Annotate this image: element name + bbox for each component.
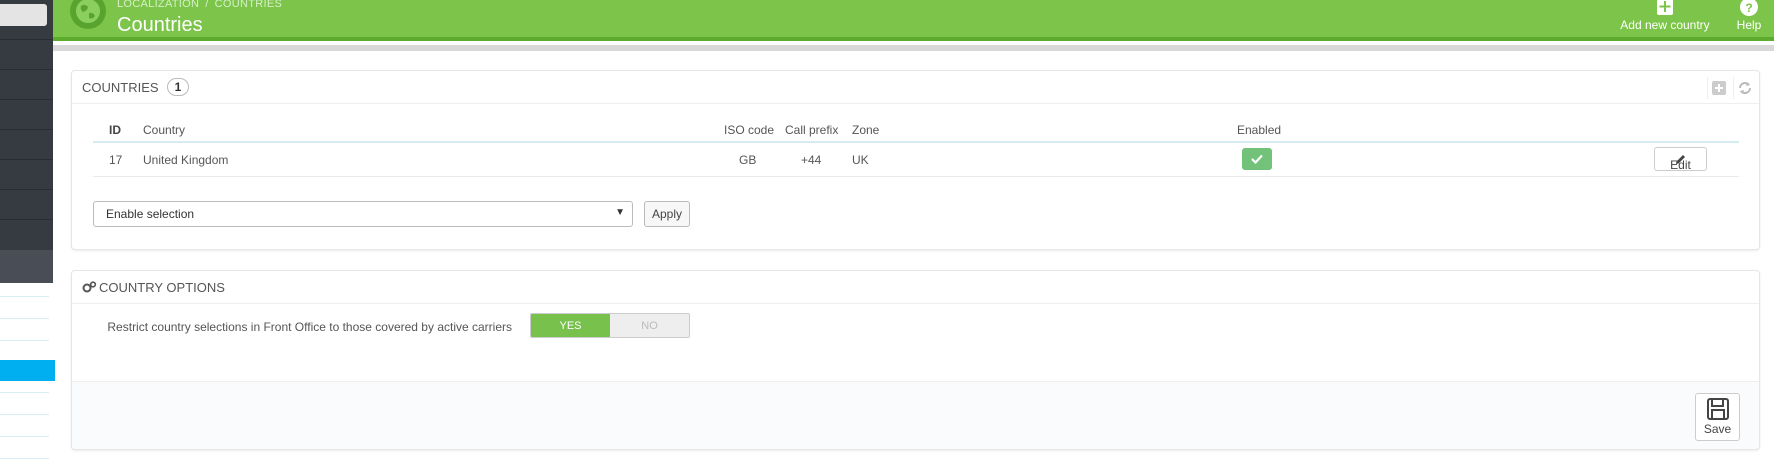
table-header: ID Country ISO code Call prefix Zone Ena… [93,116,1739,143]
sidebar-search-input[interactable] [0,4,47,26]
submenu-divider [0,414,49,415]
column-call-prefix[interactable]: Call prefix [785,123,838,137]
panel-title: COUNTRIES [82,79,159,95]
column-id[interactable]: ID [109,123,121,137]
bulk-action-value: Enable selection [106,207,195,221]
refresh-icon[interactable] [1733,77,1755,99]
sidebar-divider [0,39,53,40]
globe-icon [70,0,106,29]
sidebar-menu [0,0,53,250]
header-shadow [53,45,1774,51]
help-button[interactable]: ? Help [1729,0,1769,38]
help-icon: ? [1740,0,1758,16]
cogs-icon [82,281,97,293]
breadcrumb-item[interactable]: LOCALIZATION [117,0,199,10]
edit-label: Edit [1670,158,1691,172]
submenu-divider [0,296,49,297]
check-icon [1251,154,1263,164]
panel-footer: Save [72,381,1759,449]
countries-panel: COUNTRIES 1 ID Country ISO code Call pre… [71,70,1760,250]
submenu-divider [0,436,49,437]
cell-id: 17 [109,153,123,167]
submenu-divider [0,392,49,393]
cell-country: United Kingdom [143,153,229,167]
add-icon[interactable] [1707,77,1729,99]
save-label: Save [1703,422,1732,436]
panel-title: COUNTRY OPTIONS [99,279,225,295]
column-zone[interactable]: Zone [852,123,879,137]
sidebar-divider [0,69,53,70]
submenu-divider [0,318,49,319]
floppy-disk-icon [1706,398,1729,420]
column-iso-code[interactable]: ISO code [724,123,774,137]
switch-yes[interactable]: YES [531,314,610,337]
sidebar [0,0,55,465]
submenu-divider [0,340,49,341]
plus-icon [1657,0,1673,15]
save-button[interactable]: Save [1695,393,1740,441]
page-title: Countries [117,14,203,36]
panel-heading: COUNTRIES 1 [72,71,1759,104]
breadcrumb-item[interactable]: COUNTRIES [215,0,282,10]
count-badge: 1 [166,78,190,96]
caret-down-icon: ▼ [615,207,625,218]
restrict-country-switch[interactable]: YES NO [530,313,690,338]
table-row[interactable]: 17 United Kingdom GB +44 UK Edit [93,143,1739,177]
apply-button[interactable]: Apply [644,201,690,227]
sidebar-divider [0,99,53,100]
add-new-country-label: Add new country [1620,18,1710,32]
panel-actions [1707,77,1755,99]
country-options-panel: COUNTRY OPTIONS Restrict country selecti… [71,270,1760,450]
bulk-action-select[interactable]: Enable selection ▼ [93,201,633,227]
submenu-item-selected[interactable] [0,360,55,381]
add-new-country-button[interactable]: Add new country [1615,0,1715,38]
edit-button[interactable]: Edit [1654,147,1707,172]
cell-iso-code: GB [739,153,757,167]
cell-call-prefix: +44 [801,153,822,167]
svg-text:?: ? [1745,1,1752,15]
sidebar-divider [0,159,53,160]
breadcrumb: LOCALIZATION / COUNTRIES [117,0,283,10]
sidebar-divider [0,189,53,190]
sidebar-item-active[interactable] [0,250,53,283]
switch-no[interactable]: NO [610,314,689,337]
cell-zone: UK [852,153,869,167]
countries-table: ID Country ISO code Call prefix Zone Ena… [93,116,1739,177]
sidebar-divider [0,219,53,220]
page-header: LOCALIZATION / COUNTRIES Countries Add new… [53,0,1774,41]
restrict-country-label: Restrict country selections in Front Off… [107,320,512,334]
help-label: Help [1736,18,1762,32]
enabled-toggle[interactable] [1242,148,1272,170]
column-enabled[interactable]: Enabled [1237,123,1281,137]
panel-heading: COUNTRY OPTIONS [72,271,1759,304]
sidebar-divider [0,129,53,130]
submenu-divider [0,458,49,459]
column-country[interactable]: Country [143,123,185,137]
